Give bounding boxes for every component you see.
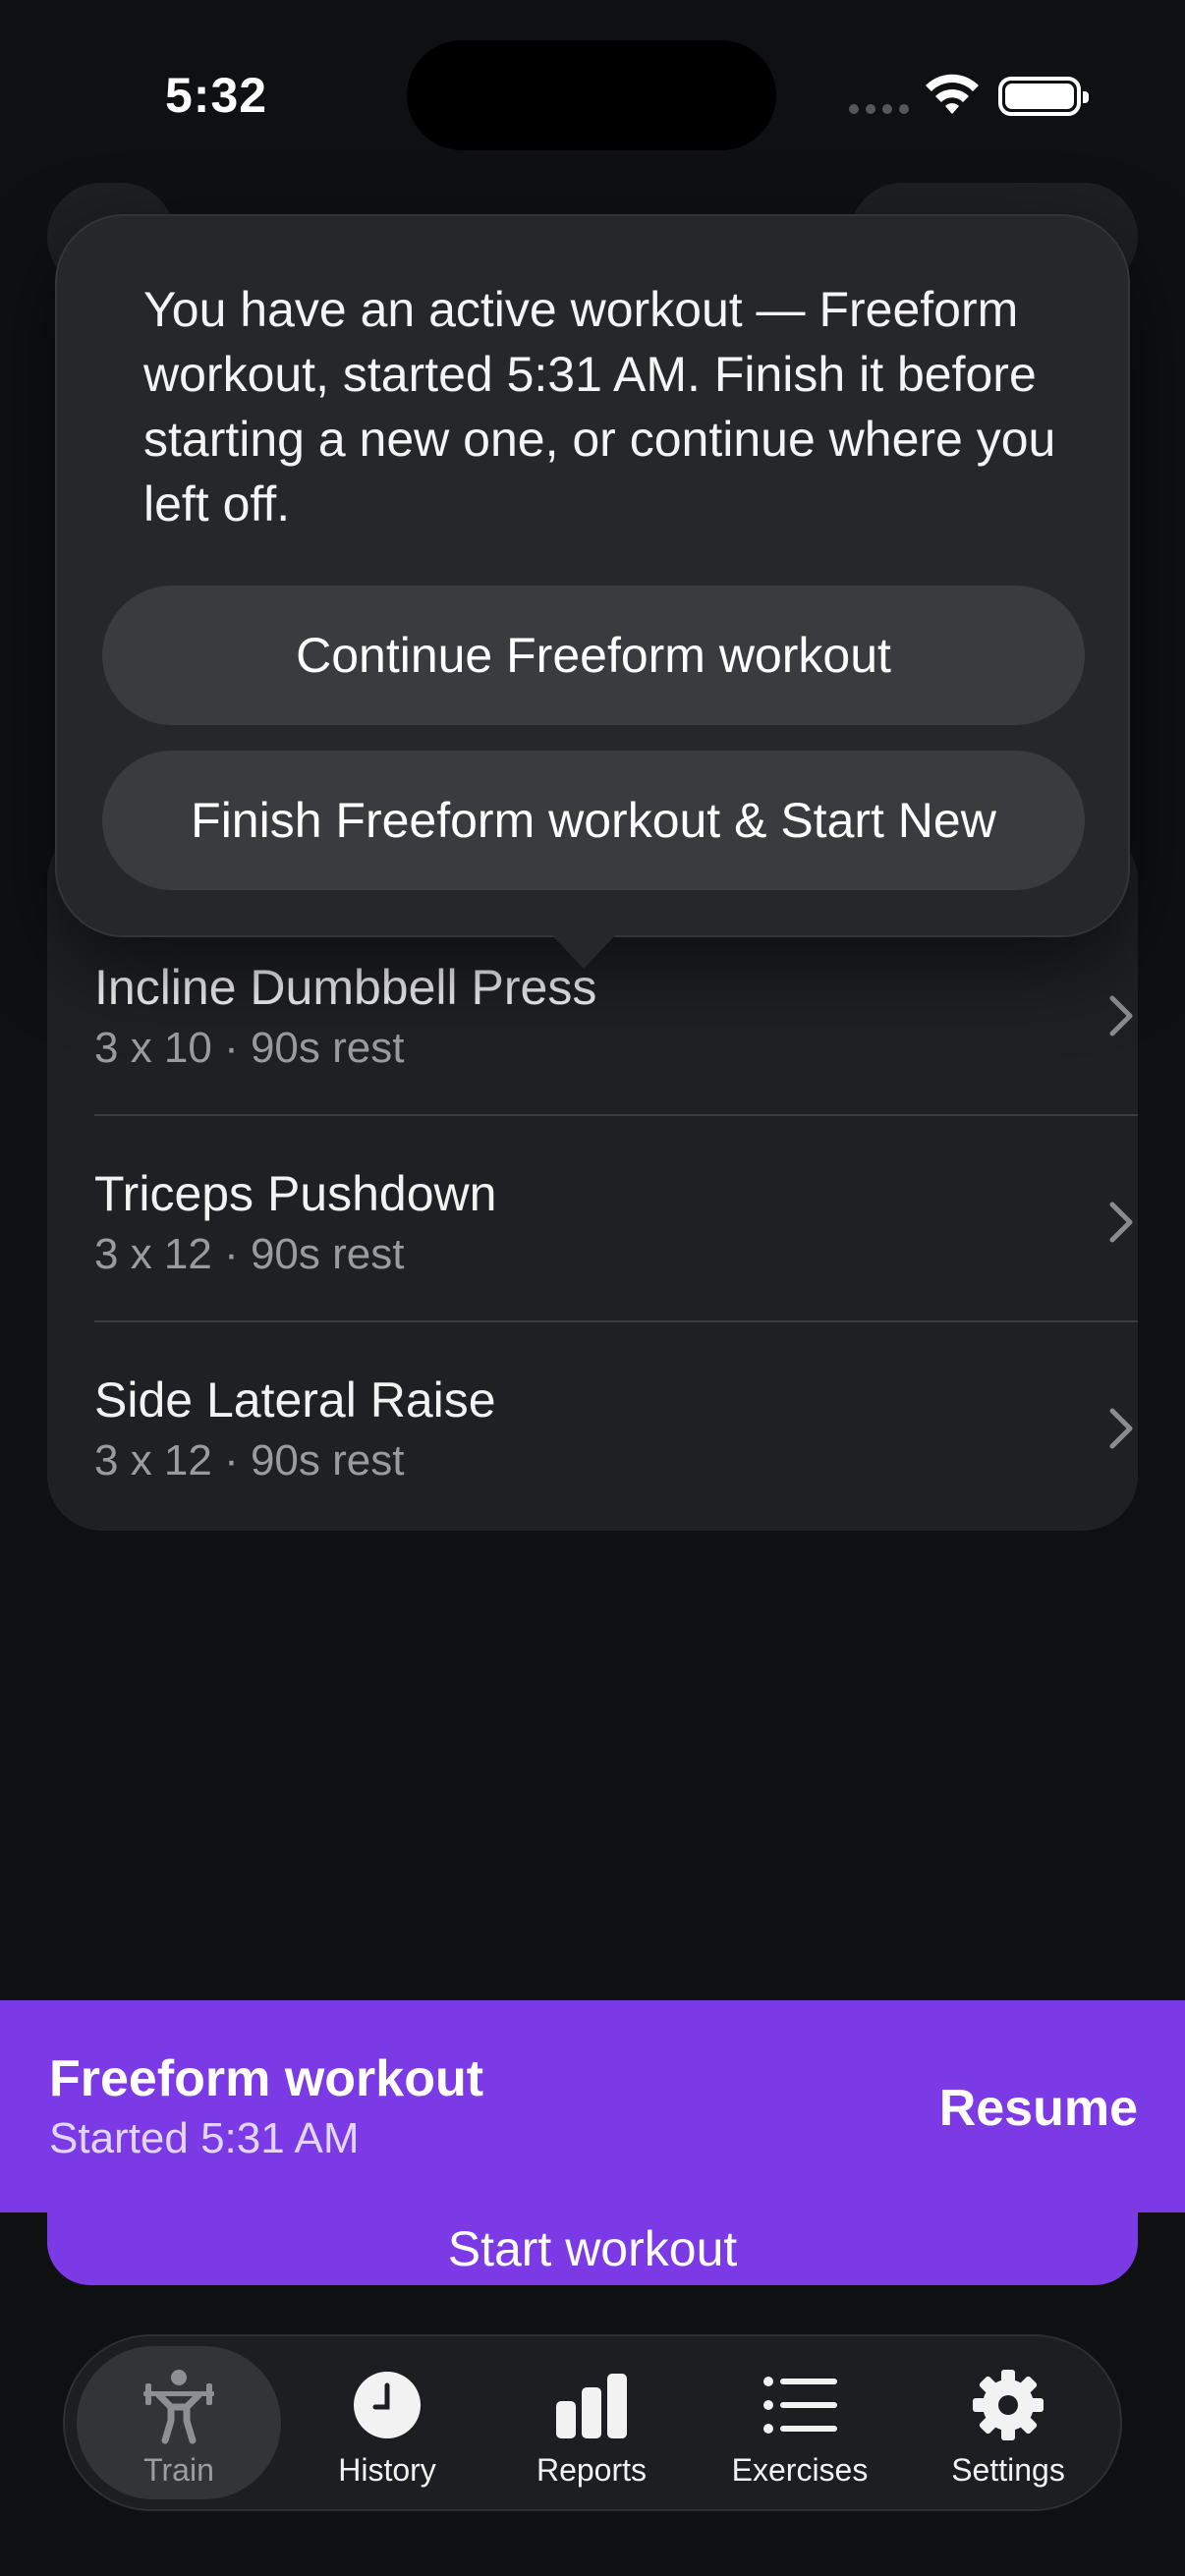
tab-label: History (338, 2452, 436, 2488)
dynamic-island (407, 40, 776, 150)
exercise-row[interactable]: Triceps Pushdown 3 x 12 · 90s rest (94, 1165, 1138, 1372)
tab-reports[interactable]: Reports (489, 2336, 694, 2509)
chevron-right-icon (1109, 995, 1133, 1036)
popover-message: You have an active workout — Freeform wo… (143, 282, 1056, 532)
tab-label: Settings (951, 2452, 1065, 2488)
tab-bar: Train History Reports Exercises Settings (63, 2334, 1122, 2511)
continue-workout-button[interactable]: Continue Freeform workout (102, 586, 1085, 725)
cellular-signal-icon (849, 104, 909, 114)
exercise-detail: 3 x 12 · 90s rest (94, 1436, 405, 1484)
chevron-right-icon (1109, 1408, 1133, 1449)
tab-label: Exercises (731, 2452, 869, 2488)
tab-label: Train (143, 2452, 214, 2488)
wifi-icon (926, 74, 979, 114)
status-time: 5:32 (165, 68, 268, 123)
exercise-name: Triceps Pushdown (94, 1166, 497, 1221)
tab-exercises[interactable]: Exercises (698, 2336, 902, 2509)
tab-settings[interactable]: Settings (906, 2336, 1110, 2509)
exercise-detail: 3 x 10 · 90s rest (94, 1024, 405, 1072)
active-workout-banner[interactable]: Freeform workout Started 5:31 AM Resume (0, 2000, 1185, 2212)
weightlifter-icon (143, 2370, 214, 2444)
battery-icon (998, 77, 1089, 116)
divider (94, 1114, 1138, 1116)
exercise-row[interactable]: Incline Dumbbell Press 3 x 10 · 90s rest (94, 959, 1138, 1165)
tab-history[interactable]: History (285, 2336, 489, 2509)
list-icon (763, 2377, 837, 2434)
banner-title: Freeform workout (49, 2050, 484, 2107)
resume-button[interactable]: Resume (939, 2079, 1138, 2138)
clock-icon (354, 2372, 421, 2438)
bar-chart-icon (556, 2374, 627, 2438)
popover-arrow (550, 933, 617, 969)
chevron-right-icon (1109, 1202, 1133, 1243)
gear-icon (973, 2370, 1044, 2440)
finish-and-start-new-button[interactable]: Finish Freeform workout & Start New (102, 751, 1085, 890)
exercise-name: Incline Dumbbell Press (94, 960, 597, 1015)
divider (94, 1320, 1138, 1322)
exercise-row[interactable]: Side Lateral Raise 3 x 12 · 90s rest (94, 1372, 1138, 1578)
start-workout-button[interactable]: Start workout (47, 2212, 1138, 2285)
banner-subtitle: Started 5:31 AM (49, 2114, 360, 2162)
tab-train[interactable]: Train (77, 2346, 281, 2499)
exercise-name: Side Lateral Raise (94, 1372, 496, 1428)
exercise-detail: 3 x 12 · 90s rest (94, 1230, 405, 1278)
active-workout-popover: You have an active workout — Freeform wo… (55, 214, 1130, 937)
tab-label: Reports (536, 2452, 648, 2488)
